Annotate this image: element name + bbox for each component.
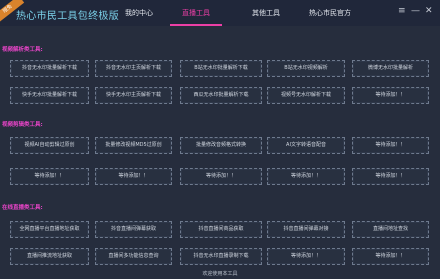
tool-button[interactable]: 抖音直播间弹幕获取 — [95, 221, 172, 238]
tool-button[interactable]: 直播间地址查找 — [352, 221, 429, 238]
tool-button[interactable]: 等待添加！！ — [352, 168, 429, 185]
tool-button[interactable]: 直播间推流地址获取 — [10, 248, 89, 265]
tool-button[interactable]: B站无水印视频解析 — [267, 60, 345, 77]
menu-icon[interactable]: ≡ — [398, 6, 406, 16]
tool-button[interactable]: 等待添加！！ — [10, 168, 89, 185]
tab-my-center[interactable]: 我的中心 — [116, 8, 162, 26]
tool-button[interactable]: 全网直播平台直播地址获取 — [10, 221, 89, 238]
tool-button[interactable]: B站无水印批量解析下载 — [180, 60, 262, 77]
tool-button[interactable]: 直播间多功能信息查询 — [95, 248, 172, 265]
tool-button[interactable]: 等待添加！！ — [267, 168, 345, 185]
minimize-icon[interactable]: — — [411, 6, 420, 16]
tool-button[interactable]: 等待添加！！ — [267, 248, 345, 265]
section-video-parse-label: 视频解析类工具: — [2, 47, 43, 53]
tool-button[interactable]: 抖音无水印直播录制下载 — [180, 248, 262, 265]
tab-official[interactable]: 热心市民官方 — [300, 8, 360, 26]
tool-button[interactable]: 等待添加！！ — [352, 87, 429, 104]
active-tab-underline — [170, 24, 222, 26]
tool-button[interactable]: 快手无水印主页解析下载 — [95, 87, 172, 104]
tool-button[interactable]: 抖音无水印主页解析下载 — [95, 60, 172, 77]
tool-button[interactable]: 等待添加！！ — [352, 248, 429, 265]
status-bar: 欢迎使用本工具 — [202, 271, 238, 277]
section-video-edit-label: 视频剪辑类工具: — [2, 122, 43, 128]
tool-button[interactable]: 抖音直播间弹幕对接 — [267, 221, 345, 238]
tool-button[interactable]: 视频AI自动剪辑过原创 — [10, 137, 89, 154]
tool-button[interactable]: 抖音无水印批量解析下载 — [10, 60, 89, 77]
tool-button[interactable]: 等待添加！！ — [180, 168, 262, 185]
tool-button[interactable]: 批量修改音频格式转换 — [180, 137, 262, 154]
section-live-label: 在线直播类工具: — [2, 205, 43, 211]
tool-button[interactable]: 等待添加！！ — [352, 137, 429, 154]
tool-button[interactable]: 西瓜无水印批量解析下载 — [180, 87, 262, 104]
tool-button[interactable]: 微博无水印批量解析 — [352, 60, 429, 77]
tool-button[interactable]: 视频号无水印解析下载 — [267, 87, 345, 104]
tool-button[interactable]: 等待添加！！ — [95, 168, 172, 185]
tool-button[interactable]: AI文字转语音配音 — [267, 137, 345, 154]
app-title: 热心市民工具包终极版 — [16, 11, 119, 22]
close-icon[interactable]: ✕ — [425, 6, 433, 16]
tool-button[interactable]: 快手无水印批量解析下载 — [10, 87, 89, 104]
tool-button[interactable]: 批量修改视频MD5过原创 — [95, 137, 172, 154]
tab-other-tools[interactable]: 其他工具 — [242, 8, 290, 26]
tool-button[interactable]: 抖音直播间商品获取 — [180, 221, 262, 238]
